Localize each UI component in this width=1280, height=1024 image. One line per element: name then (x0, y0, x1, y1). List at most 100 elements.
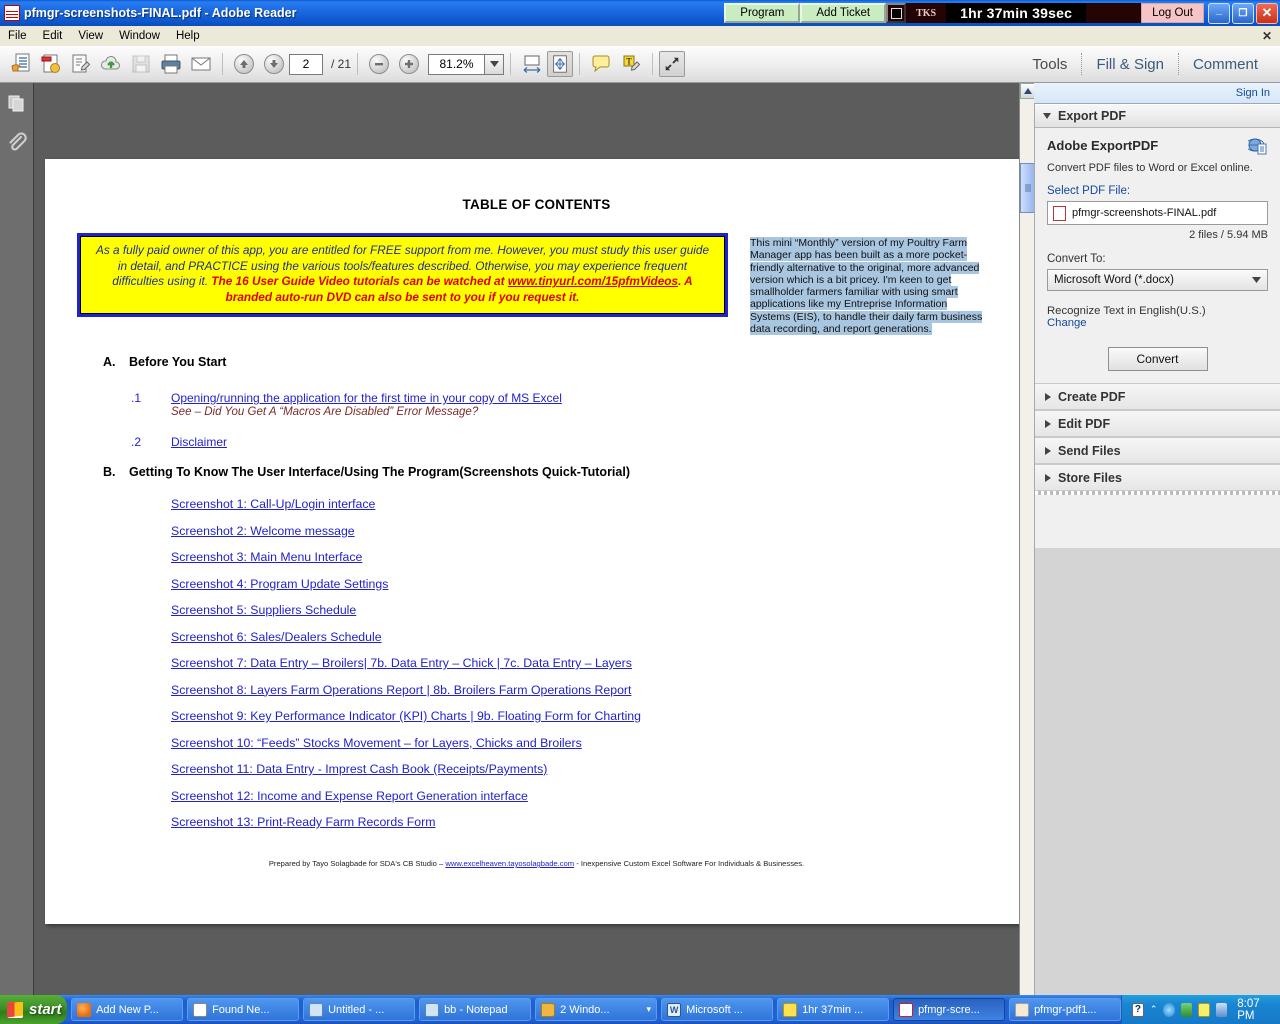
convert-button-label: Convert (1136, 352, 1179, 366)
taskbar-item-timer[interactable]: 1hr 37min ... (777, 998, 890, 1021)
list-item[interactable]: Screenshot 2: Welcome message (171, 524, 1003, 538)
upload-cloud-icon[interactable] (96, 49, 126, 79)
footer-website-link[interactable]: www.excelheaven.tayosolagbade.com (445, 859, 574, 868)
previous-page-button[interactable] (229, 49, 259, 79)
taskbar-item-add-new-p[interactable]: Add New P... (71, 998, 184, 1021)
taskbar-item-found-new[interactable]: Found Ne... (187, 998, 300, 1021)
menu-help[interactable]: Help (168, 28, 208, 44)
tks-label: TKS (906, 3, 947, 23)
list-item[interactable]: Screenshot 6: Sales/Dealers Schedule (171, 630, 1003, 644)
convert-to-select[interactable]: Microsoft Word (*.docx) (1047, 269, 1268, 291)
volume-icon[interactable] (1180, 1002, 1193, 1017)
sticky-note-icon[interactable] (586, 49, 616, 79)
open-file-icon[interactable] (6, 49, 36, 79)
export-pdf-header[interactable]: Export PDF (1035, 104, 1280, 128)
list-item[interactable]: Screenshot 7: Data Entry – Broilers| 7b.… (171, 656, 1003, 670)
system-clock[interactable]: 8:07 PM (1237, 998, 1272, 1022)
start-button[interactable]: start (0, 995, 68, 1024)
list-item[interactable]: Screenshot 1: Call-Up/Login interface (171, 497, 1003, 511)
menu-window[interactable]: Window (111, 28, 168, 44)
list-item[interactable]: Screenshot 12: Income and Expense Report… (171, 789, 1003, 803)
list-item[interactable]: Screenshot 13: Print-Ready Farm Records … (171, 815, 1003, 829)
fullscreen-icon[interactable] (659, 51, 686, 77)
taskbar-item-label: Untitled - ... (328, 1003, 385, 1016)
timer-checkbox[interactable] (886, 3, 907, 23)
edit-pdf-section[interactable]: Edit PDF (1035, 410, 1280, 437)
create-pdf-section[interactable]: Create PDF (1035, 383, 1280, 410)
show-hidden-icons-icon[interactable]: ⌃ (1150, 1004, 1158, 1015)
export-pdf-body: Adobe ExportPDF Convert PDF files to Wor… (1035, 128, 1280, 383)
page-number-input[interactable]: 2 (289, 53, 323, 75)
close-button[interactable]: ✕ (1256, 2, 1278, 24)
zoom-level-input[interactable]: 81.2% (428, 53, 485, 75)
menu-view[interactable]: View (70, 28, 111, 44)
program-button[interactable]: Program (724, 3, 801, 23)
taskbar-group-2-windows[interactable]: 2 Windo... ▾ (535, 998, 658, 1021)
logout-button[interactable]: Log Out (1141, 3, 1204, 23)
list-item[interactable]: Screenshot 11: Data Entry - Imprest Cash… (171, 762, 1003, 776)
scroll-up-button[interactable] (1020, 83, 1034, 99)
list-item[interactable]: Screenshot 4: Program Update Settings (171, 577, 1003, 591)
selected-pdf-file[interactable]: pfmgr-screenshots-FINAL.pdf (1047, 201, 1268, 225)
list-item[interactable]: Screenshot 10: “Feeds” Stocks Movement –… (171, 736, 1003, 750)
close-document-button[interactable]: ✕ (1262, 29, 1272, 43)
taskbar-item-untitled[interactable]: Untitled - ... (303, 998, 416, 1021)
taskbar-item-microsoft[interactable]: W Microsoft ... (661, 998, 774, 1021)
list-item[interactable]: Screenshot 3: Main Menu Interface (171, 550, 1003, 564)
tools-button[interactable]: Tools (1018, 56, 1081, 73)
create-pdf-label: Create PDF (1058, 389, 1126, 404)
network-icon[interactable] (1163, 1002, 1175, 1017)
update-icon[interactable] (1215, 1002, 1228, 1017)
scrollbar-thumb[interactable] (1020, 163, 1034, 213)
page-title: TABLE OF CONTENTS (462, 197, 611, 212)
clock-icon (783, 1002, 798, 1017)
store-files-section[interactable]: Store Files (1035, 464, 1280, 491)
edit-pdf-icon[interactable] (66, 49, 96, 79)
convert-button[interactable]: Convert (1107, 347, 1208, 371)
fit-page-icon[interactable] (547, 51, 574, 77)
fit-width-icon[interactable] (517, 49, 547, 79)
notes-icon[interactable] (1198, 1002, 1210, 1017)
menu-file[interactable]: File (0, 28, 35, 44)
taskbar-item-bb-notepad[interactable]: bb - Notepad (419, 998, 532, 1021)
windows-taskbar: start Add New P... Found Ne... Untitled … (0, 995, 1280, 1024)
paperclip-icon[interactable] (0, 123, 34, 163)
toc-item-a1-link[interactable]: Opening/running the application for the … (171, 391, 562, 405)
taskbar-item-pfmgr-pdf1[interactable]: pfmgr-pdf1... (1009, 998, 1122, 1021)
section-b-heading: B. Getting To Know The User Interface/Us… (103, 465, 1003, 479)
next-page-button[interactable] (259, 49, 289, 79)
menu-edit[interactable]: Edit (35, 28, 71, 44)
print-icon[interactable] (156, 49, 186, 79)
list-item[interactable]: Screenshot 8: Layers Farm Operations Rep… (171, 683, 1003, 697)
email-icon[interactable] (186, 49, 216, 79)
highlight-text-icon[interactable]: T (616, 49, 646, 79)
toc-item-a2-link[interactable]: Disclaimer (171, 435, 227, 449)
create-pdf-icon[interactable] (36, 49, 66, 79)
document-vertical-scrollbar[interactable] (1019, 83, 1034, 995)
change-language-link[interactable]: Change (1047, 317, 1268, 329)
list-item[interactable]: Screenshot 5: Suppliers Schedule (171, 603, 1003, 617)
footer-after-text: - Inexpensive Custom Excel Software For … (574, 859, 805, 868)
send-files-section[interactable]: Send Files (1035, 437, 1280, 464)
sticky-note-content: This mini “Monthly” version of my Poultr… (750, 237, 983, 336)
fill-and-sign-button[interactable]: Fill & Sign (1082, 56, 1178, 73)
taskbar-item-pfmgr-screenshots[interactable]: pfmgr-scre... (893, 998, 1006, 1021)
tinyurl-link[interactable]: www.tinyurl.com/15pfmVideos (508, 274, 678, 288)
minimize-button[interactable]: _ (1208, 2, 1230, 24)
add-ticket-button[interactable]: Add Ticket (800, 3, 887, 23)
export-pdf-header-label: Export PDF (1058, 109, 1127, 123)
zoom-in-button[interactable] (394, 49, 424, 79)
page-thumbnails-icon[interactable] (0, 83, 34, 123)
toc-item-a1-number: .1 (131, 391, 142, 405)
help-icon[interactable]: ? (1132, 1002, 1144, 1017)
zoom-out-button[interactable] (364, 49, 394, 79)
maximize-button[interactable]: ❐ (1232, 2, 1254, 24)
chevron-down-icon[interactable] (484, 53, 505, 75)
comment-button[interactable]: Comment (1179, 56, 1272, 73)
panel-resize-handle[interactable] (1035, 491, 1280, 495)
page-total-label: / 21 (331, 57, 352, 71)
list-item[interactable]: Screenshot 9: Key Performance Indicator … (171, 709, 1003, 723)
chevron-down-icon[interactable]: ▾ (647, 1004, 652, 1015)
select-pdf-file-label[interactable]: Select PDF File: (1047, 185, 1268, 197)
sign-in-link[interactable]: Sign In (1236, 87, 1270, 99)
